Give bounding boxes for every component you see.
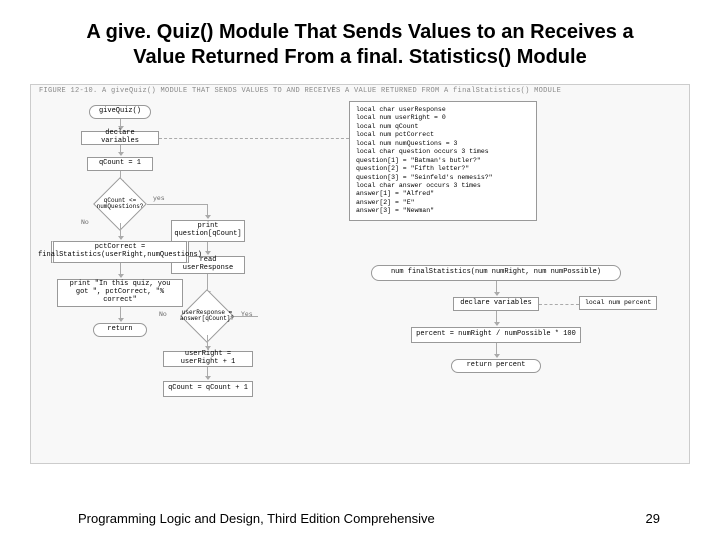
box-inc-count: qCount = qCount + 1 <box>163 381 253 397</box>
arrow <box>207 335 208 349</box>
box-print-result: print "In this quiz, you got ", pctCorre… <box>57 279 183 307</box>
diamond-response-cond: userResponse = answer[qCount]? <box>180 297 234 335</box>
decl-line: local num numQuestions = 3 <box>356 140 530 148</box>
arrow <box>147 204 207 205</box>
arrow <box>496 343 497 357</box>
label-no: No <box>81 219 89 226</box>
arrow <box>207 204 208 218</box>
box-declare-vars-right: declare variables <box>453 297 539 311</box>
diamond-qcount-cond: qCount <= numQuestions? <box>93 185 147 223</box>
figure-area: FIGURE 12-10. A giveQuiz() MODULE THAT S… <box>30 84 690 464</box>
box-inc-right: userRight = userRight + 1 <box>163 351 253 367</box>
declarations-box: local char userResponse local num userRi… <box>349 101 537 221</box>
box-return-percent: return percent <box>451 359 541 373</box>
box-givequiz: giveQuiz() <box>89 105 151 119</box>
decl-line: answer[2] = "E" <box>356 199 530 207</box>
decl-line: question[2] = "Fifth letter?" <box>356 165 530 173</box>
arrow <box>496 281 497 295</box>
decl-line: local char question occurs 3 times <box>356 148 530 156</box>
decl-line: local char userResponse <box>356 106 530 114</box>
arrow <box>120 119 121 129</box>
box-call-finalstats: pctCorrect = finalStatistics(userRight,n… <box>51 241 189 263</box>
box-print-question: print question[qCount] <box>171 220 245 242</box>
page-number: 29 <box>646 511 660 526</box>
arrow <box>120 223 121 239</box>
label-yes: yes <box>153 195 165 202</box>
box-calc-percent: percent = numRight / numPossible * 100 <box>411 327 581 343</box>
decl-note-right: local num percent <box>579 296 657 310</box>
arrow <box>234 316 258 317</box>
decl-line: local num pctCorrect <box>356 131 530 139</box>
arrow <box>207 242 208 254</box>
arrow <box>120 145 121 155</box>
decl-line: local char answer occurs 3 times <box>356 182 530 190</box>
decl-line: local num qCount <box>356 123 530 131</box>
footer: Programming Logic and Design, Third Edit… <box>78 511 660 526</box>
label-no: No <box>159 311 167 318</box>
arrow <box>496 311 497 325</box>
dashed-connector <box>539 304 579 305</box>
figure-caption: FIGURE 12-10. A giveQuiz() MODULE THAT S… <box>39 87 561 95</box>
decl-line: answer[1] = "Alfred" <box>356 190 530 198</box>
arrow <box>120 307 121 321</box>
box-qcount-init: qCount = 1 <box>87 157 153 171</box>
decl-line: answer[3] = "Newman" <box>356 207 530 215</box>
dashed-connector <box>159 138 349 139</box>
slide-title: A give. Quiz() Module That Sends Values … <box>0 0 720 78</box>
box-return: return <box>93 323 147 337</box>
arrow <box>120 263 121 277</box>
box-declare-vars: declare variables <box>81 131 159 145</box>
decl-line: question[1] = "Batman's butler?" <box>356 157 530 165</box>
footer-text: Programming Logic and Design, Third Edit… <box>78 511 435 526</box>
decl-line: question[3] = "Seinfeld's nemesis?" <box>356 174 530 182</box>
arrow <box>207 367 208 379</box>
box-finalstats: num finalStatistics(num numRight, num nu… <box>371 265 621 281</box>
decl-line: local num userRight = 0 <box>356 114 530 122</box>
